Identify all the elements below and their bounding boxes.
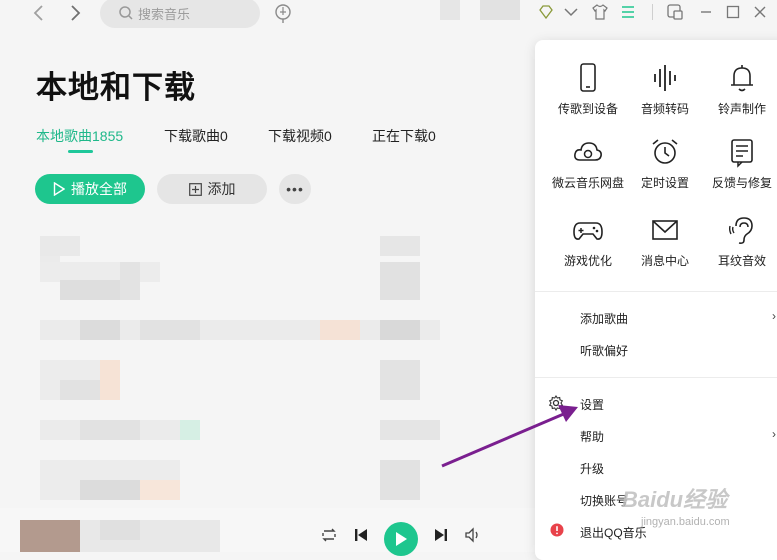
- annotation-arrow: [441, 405, 578, 468]
- watermark-logo: Baidu经验: [622, 487, 728, 512]
- watermark-url: jingyan.baidu.com: [641, 516, 730, 528]
